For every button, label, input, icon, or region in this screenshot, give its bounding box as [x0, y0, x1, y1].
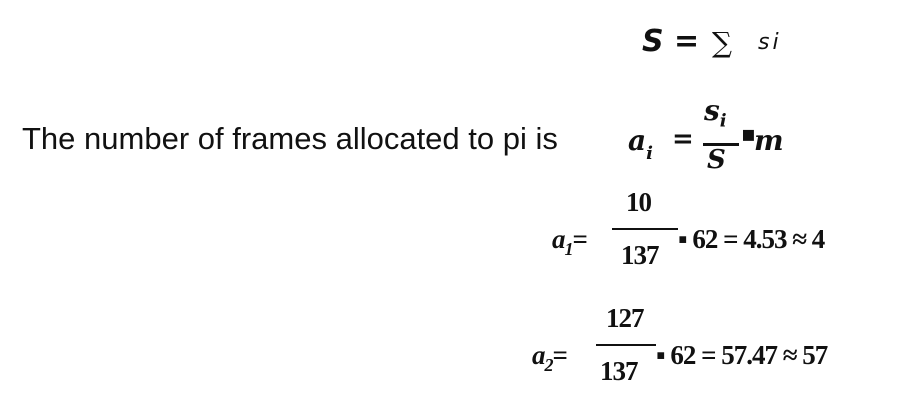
calc-row-2-subscript: 2 — [544, 355, 554, 376]
allocation-var-letter: a — [628, 124, 647, 157]
calc-row-1-result: ▪ 62 = 4.53 ≈ 4 — [678, 224, 825, 254]
allocation-sentence: The number of frames allocated to pi is — [22, 121, 558, 156]
calc-row-1-equals: = — [572, 224, 588, 254]
calc-row-1-variable: a1= — [552, 224, 588, 260]
allocation-numerator: si — [704, 94, 727, 132]
allocation-numerator-subscript: i — [719, 110, 727, 132]
calc-row-1-subscript: 1 — [564, 239, 574, 260]
calc-row-2-result: ▪ 62 = 57.47 ≈ 57 — [656, 340, 828, 370]
total-size-symbol: S — [642, 24, 664, 59]
calc-row-2-fraction-bar — [596, 344, 656, 346]
summation-symbol: ∑ — [712, 26, 732, 59]
calc-row-2-numerator: 127 — [606, 303, 644, 333]
allocation-variable: ai — [628, 124, 653, 164]
allocation-denominator: S — [707, 145, 726, 175]
calc-row-2-denominator: 137 — [600, 356, 638, 386]
calc-row-2-equals: = — [552, 340, 568, 370]
calc-row-1-var-letter: a — [552, 224, 565, 254]
allocation-equals: = — [672, 124, 694, 154]
calc-row-1-numerator: 10 — [626, 187, 652, 217]
calc-row-2-variable: a2= — [532, 340, 568, 376]
allocation-var-subscript: i — [646, 142, 653, 164]
allocation-numerator-letter: s — [704, 94, 720, 127]
total-frames-variable: m — [754, 124, 784, 157]
calc-row-2-var-letter: a — [532, 340, 545, 370]
calc-row-1-denominator: 137 — [621, 240, 659, 270]
equals-sign: = — [674, 24, 700, 59]
process-size-term: si — [758, 30, 782, 55]
calc-row-1-fraction-bar — [612, 228, 678, 230]
